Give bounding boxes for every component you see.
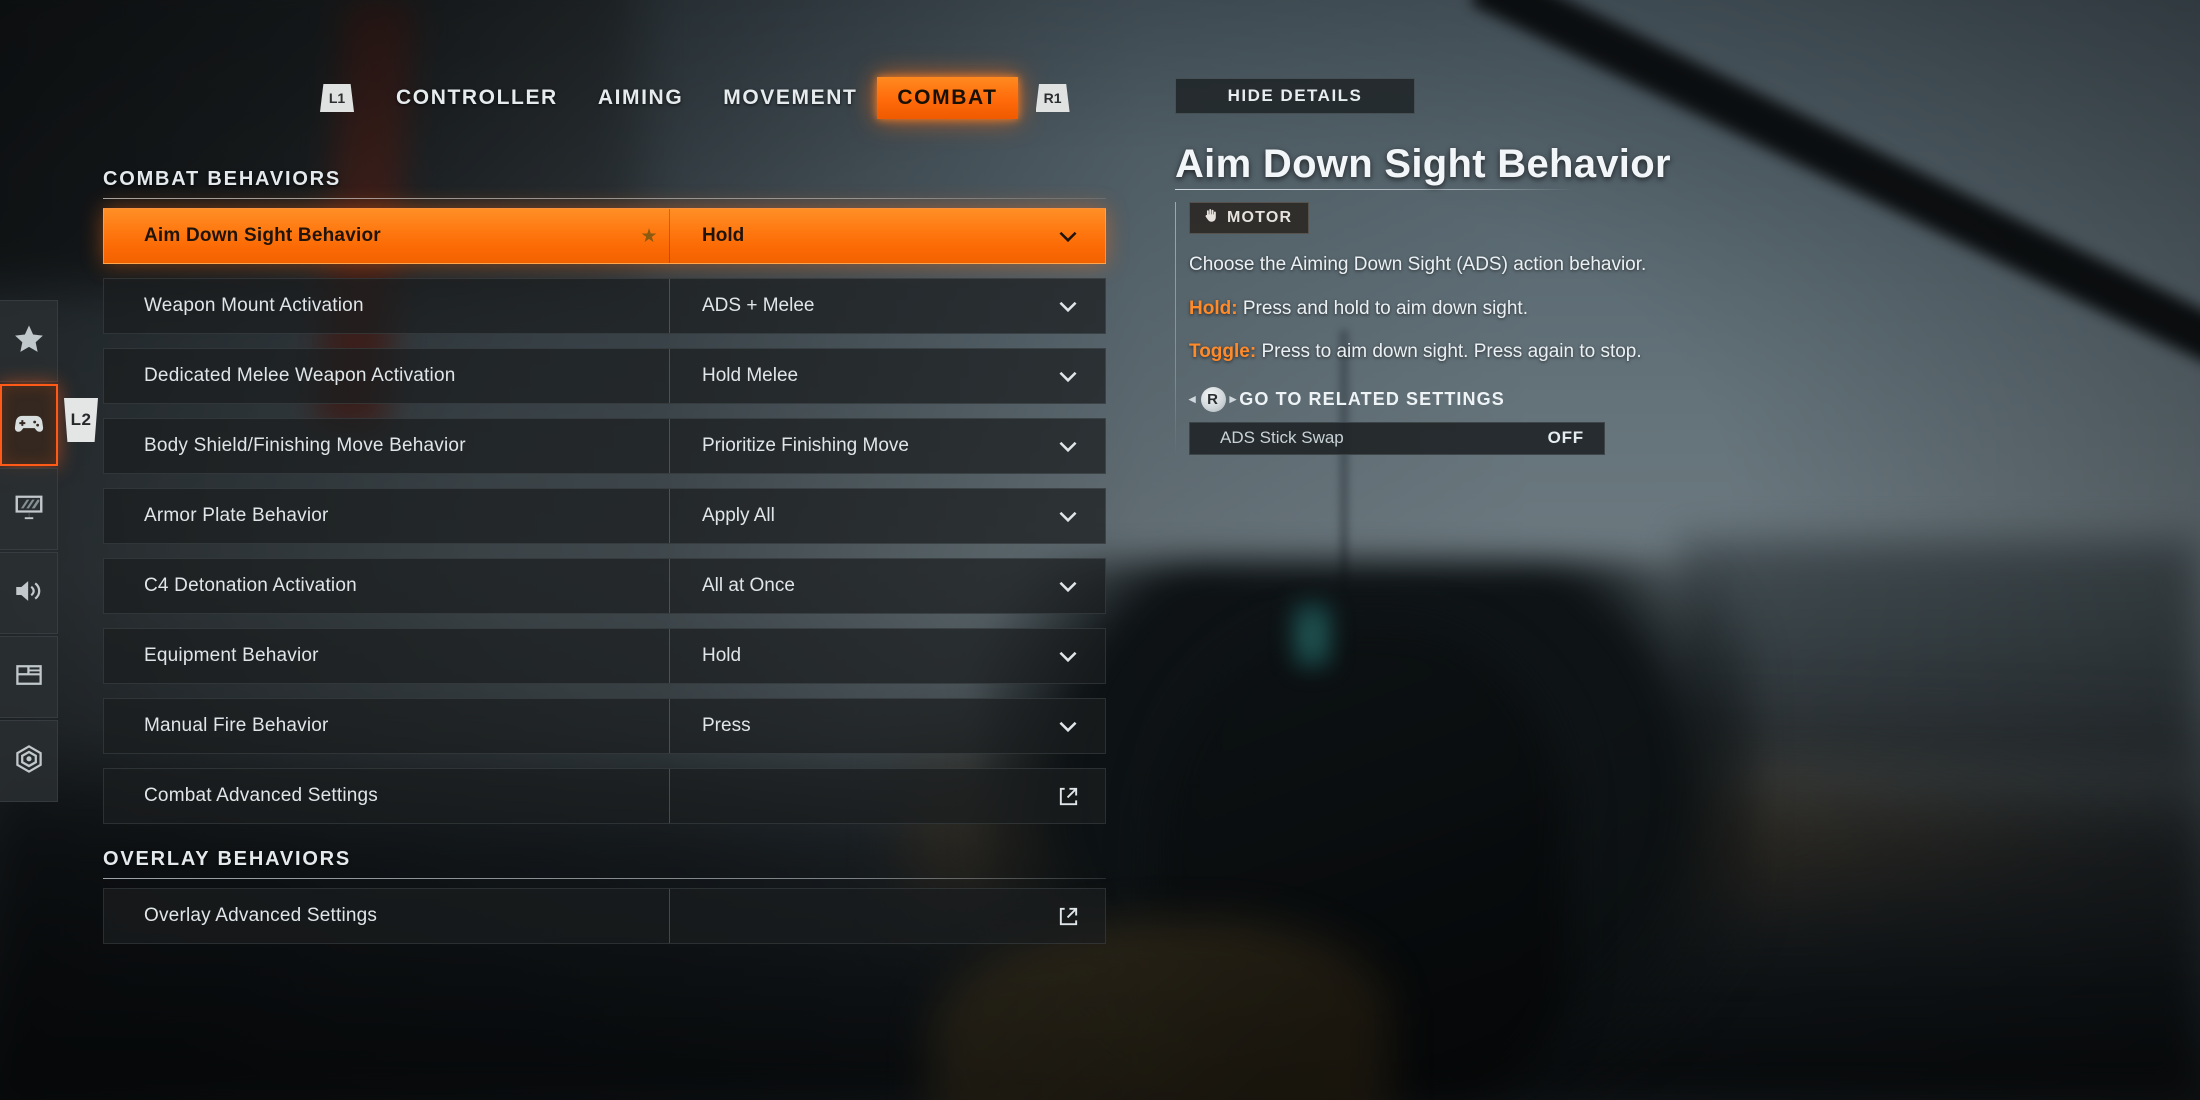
- tab-controller[interactable]: CONTROLLER: [376, 77, 578, 119]
- speaker-icon: [12, 574, 46, 613]
- chevron-down-icon[interactable]: [1031, 643, 1105, 669]
- section-title-combat: COMBAT BEHAVIORS: [103, 168, 342, 190]
- combat-rows: Aim Down Sight Behavior ★ Hold Weapon Mount…: [103, 208, 1106, 824]
- details-title-underline: [1175, 189, 1575, 190]
- row-divider: [669, 769, 670, 823]
- details-option-hold: Hold: Press and hold to aim down sight.: [1189, 296, 1815, 322]
- tab-combat[interactable]: COMBAT: [877, 77, 1018, 119]
- related-setting-row[interactable]: ADS Stick Swap OFF: [1189, 421, 1605, 455]
- related-setting-value: OFF: [1547, 428, 1584, 448]
- details-body: MOTOR Choose the Aiming Down Sight (ADS)…: [1175, 202, 1815, 455]
- row-divider: [669, 889, 670, 943]
- chevron-down-icon[interactable]: [1031, 503, 1105, 529]
- external-link-icon[interactable]: [1031, 785, 1105, 808]
- gamepad-icon: [12, 406, 46, 445]
- setting-row[interactable]: Weapon Mount Activation ADS + Melee: [103, 278, 1106, 334]
- go-to-related-settings[interactable]: ◂ R ▸ GO TO RELATED SETTINGS: [1189, 386, 1815, 412]
- setting-row[interactable]: Combat Advanced Settings: [103, 768, 1106, 824]
- setting-label: Aim Down Sight Behavior: [144, 225, 381, 246]
- motor-badge: MOTOR: [1189, 202, 1310, 234]
- details-option-toggle: Toggle: Press to aim down sight. Press a…: [1189, 339, 1815, 365]
- tab-aiming[interactable]: AIMING: [578, 77, 703, 119]
- right-stick-icon: R: [1200, 386, 1226, 412]
- combat-section: COMBAT BEHAVIORS Aim Down Sight Behavior…: [103, 168, 1106, 824]
- l2-bumper-badge: L2: [64, 398, 98, 442]
- setting-row[interactable]: Overlay Advanced Settings: [103, 888, 1106, 944]
- chevron-down-icon[interactable]: [1031, 363, 1105, 389]
- chevron-down-icon[interactable]: [1031, 223, 1105, 249]
- tab-movement[interactable]: MOVEMENT: [703, 77, 877, 119]
- setting-value: Hold Melee: [702, 365, 799, 386]
- chevron-down-icon[interactable]: [1031, 713, 1105, 739]
- chevron-down-icon[interactable]: [1031, 573, 1105, 599]
- radar-icon: [12, 742, 46, 781]
- setting-value: Apply All: [702, 505, 775, 526]
- sidebar-item-favorites[interactable]: [0, 300, 58, 382]
- setting-value: ADS + Melee: [702, 295, 815, 316]
- r1-bumper-badge: R1: [1035, 84, 1070, 112]
- favorite-star-icon[interactable]: ★: [629, 225, 669, 248]
- setting-value: Hold: [702, 225, 745, 246]
- star-icon: [12, 322, 46, 361]
- section-rule: [103, 198, 1106, 199]
- setting-label: Weapon Mount Activation: [144, 295, 364, 316]
- chevron-down-icon[interactable]: [1031, 293, 1105, 319]
- setting-value: Hold: [702, 645, 742, 666]
- sidebar-item-graphics[interactable]: [0, 468, 58, 550]
- external-link-icon[interactable]: [1031, 905, 1105, 928]
- tab-bar: L1 CONTROLLER AIMING MOVEMENT COMBAT R1: [320, 74, 1070, 122]
- setting-label: Equipment Behavior: [144, 645, 319, 666]
- setting-label: Manual Fire Behavior: [144, 715, 329, 736]
- overlay-section: OVERLAY BEHAVIORS Overlay Advanced Setti…: [103, 848, 1106, 944]
- setting-label: Combat Advanced Settings: [144, 785, 378, 806]
- setting-value: Prioritize Finishing Move: [702, 435, 909, 456]
- hand-icon: [1202, 207, 1219, 229]
- setting-row[interactable]: C4 Detonation Activation All at Once: [103, 558, 1106, 614]
- option-hold-text: Press and hold to aim down sight.: [1242, 297, 1528, 319]
- sidebar-item-accessibility[interactable]: [0, 720, 58, 802]
- section-rule-overlay: [103, 878, 1106, 879]
- layout-icon: [12, 658, 46, 697]
- option-toggle-text: Press to aim down sight. Press again to …: [1261, 341, 1642, 363]
- setting-value: All at Once: [702, 575, 795, 596]
- hide-details-button[interactable]: HIDE DETAILS: [1175, 78, 1415, 114]
- sidebar-item-controller[interactable]: [0, 384, 58, 466]
- category-rail: [0, 300, 58, 804]
- details-panel: HIDE DETAILS Aim Down Sight Behavior MOT…: [1175, 78, 1815, 455]
- details-description: Choose the Aiming Down Sight (ADS) actio…: [1189, 254, 1647, 275]
- chevron-down-icon[interactable]: [1031, 433, 1105, 459]
- setting-row[interactable]: Manual Fire Behavior Press: [103, 698, 1106, 754]
- setting-label: Overlay Advanced Settings: [144, 905, 378, 926]
- setting-row[interactable]: Equipment Behavior Hold: [103, 628, 1106, 684]
- settings-list: COMBAT BEHAVIORS Aim Down Sight Behavior…: [103, 168, 1106, 958]
- details-title: Aim Down Sight Behavior: [1175, 142, 1671, 186]
- overlay-rows: Overlay Advanced Settings: [103, 888, 1106, 944]
- section-title-overlay: OVERLAY BEHAVIORS: [103, 848, 352, 870]
- related-settings-label: GO TO RELATED SETTINGS: [1239, 388, 1505, 409]
- l1-bumper-badge: L1: [320, 84, 354, 112]
- setting-row[interactable]: Body Shield/Finishing Move Behavior Prior…: [103, 418, 1106, 474]
- monitor-icon: [12, 490, 46, 529]
- setting-row[interactable]: Dedicated Melee Weapon Activation Hold Me…: [103, 348, 1106, 404]
- related-setting-label: ADS Stick Swap: [1220, 428, 1344, 448]
- setting-row[interactable]: Armor Plate Behavior Apply All: [103, 488, 1106, 544]
- setting-value: Press: [702, 715, 751, 736]
- setting-label: Body Shield/Finishing Move Behavior: [144, 435, 466, 456]
- arrow-left-icon: ◂: [1189, 391, 1197, 407]
- setting-label: Armor Plate Behavior: [144, 505, 329, 526]
- option-toggle-keyword: Toggle:: [1189, 341, 1257, 363]
- setting-label: C4 Detonation Activation: [144, 575, 357, 596]
- sidebar-item-interface[interactable]: [0, 636, 58, 718]
- sidebar-item-audio[interactable]: [0, 552, 58, 634]
- setting-label: Dedicated Melee Weapon Activation: [144, 365, 456, 386]
- motor-badge-label: MOTOR: [1227, 209, 1293, 226]
- arrow-right-icon: ▸: [1229, 391, 1238, 407]
- option-hold-keyword: Hold:: [1189, 297, 1238, 319]
- setting-row[interactable]: Aim Down Sight Behavior ★ Hold: [103, 208, 1106, 264]
